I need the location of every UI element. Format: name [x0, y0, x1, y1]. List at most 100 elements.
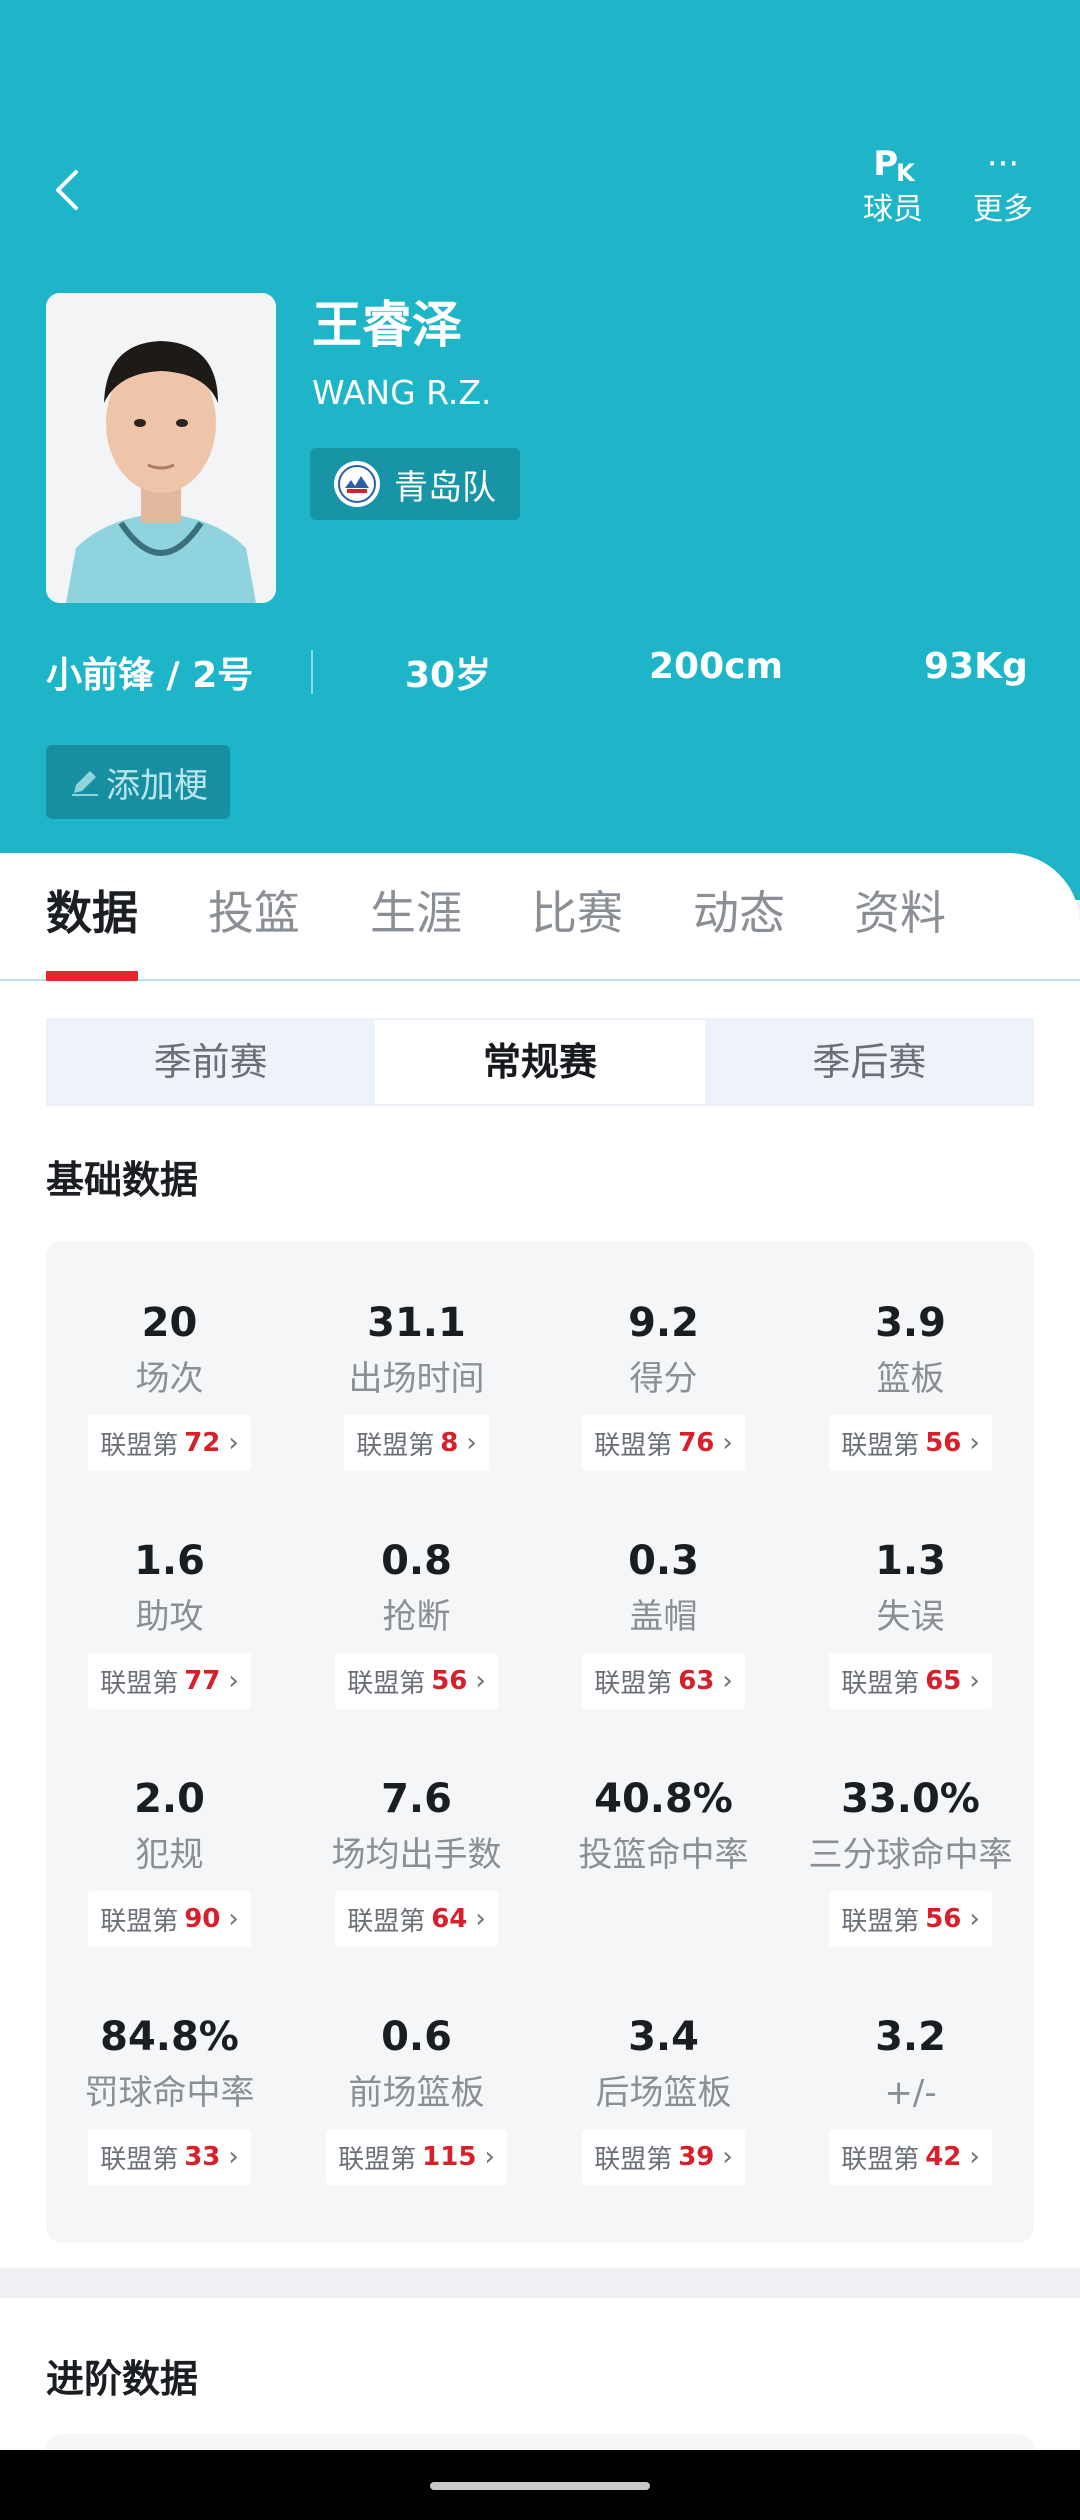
league-rank-button[interactable]: 联盟第 90 ›	[88, 1891, 251, 1947]
league-rank-button[interactable]: 联盟第 56 ›	[829, 1415, 992, 1471]
team-name: 青岛队	[394, 467, 496, 508]
segment-regular-season[interactable]: 常规赛	[375, 1020, 705, 1104]
tab-games[interactable]: 比赛	[531, 883, 623, 943]
stat-label: 失误	[876, 1597, 945, 1637]
stat-value: 3.9	[875, 1300, 946, 1346]
rank-prefix: 联盟第	[100, 1668, 179, 1699]
stat-value: 33.0%	[841, 1776, 980, 1822]
league-rank-button[interactable]: 联盟第 65 ›	[829, 1653, 992, 1709]
chevron-right-icon: ›	[969, 2142, 980, 2172]
league-rank-button[interactable]: 联盟第 76 ›	[582, 1415, 745, 1471]
more-button[interactable]: ··· 更多	[953, 140, 1053, 232]
pk-player-button[interactable]: PK 球员	[843, 140, 943, 232]
rank-number: 77	[184, 1666, 221, 1696]
chevron-left-icon	[56, 170, 78, 210]
rank-number: 63	[678, 1666, 715, 1696]
league-rank-button[interactable]: 联盟第 77 ›	[88, 1653, 251, 1709]
stat-label: 得分	[629, 1359, 698, 1399]
system-nav-bar	[0, 2450, 1080, 2520]
rank-number: 90	[184, 1904, 221, 1934]
player-header: PK 球员 ··· 更多 王睿泽 WANG R.Z. 青岛队 小前锋 / 2号 …	[0, 0, 1080, 900]
back-button[interactable]	[46, 160, 86, 220]
player-name: 王睿泽	[312, 296, 462, 354]
stat-label: +/-	[884, 2073, 937, 2113]
league-rank-button[interactable]: 联盟第 33 ›	[88, 2129, 251, 2185]
weight: 93Kg	[924, 646, 1028, 687]
stat-cell: 9.2 得分 联盟第 76 ›	[540, 1295, 787, 1533]
chevron-right-icon: ›	[722, 1428, 733, 1458]
rank-prefix: 联盟第	[841, 1668, 920, 1699]
rank-prefix: 联盟第	[100, 2144, 179, 2175]
stat-cell: 7.6 场均出手数联盟第 64 ›	[293, 1771, 540, 2009]
pk-label: 球员	[863, 192, 923, 227]
stat-value: 0.3	[628, 1538, 699, 1584]
advanced-stats-title: 进阶数据	[46, 2357, 199, 2401]
stat-label: 前场篮板	[348, 2073, 485, 2113]
segment-playoffs[interactable]: 季后赛	[705, 1018, 1034, 1106]
league-rank-button[interactable]: 联盟第 42 ›	[829, 2129, 992, 2185]
rank-prefix: 联盟第	[356, 1430, 435, 1461]
stat-cell: 31.1 出场时间 联盟第 8 ›	[293, 1295, 540, 1533]
segment-preseason[interactable]: 季前赛	[46, 1018, 375, 1106]
stat-cell: 2.0 犯规 联盟第 90 ›	[46, 1771, 293, 2009]
chevron-right-icon: ›	[969, 1904, 980, 1934]
stat-value: 1.6	[134, 1538, 205, 1584]
more-label: 更多	[973, 192, 1033, 227]
home-indicator[interactable]	[430, 2482, 650, 2490]
league-rank-button[interactable]: 联盟第 8 ›	[344, 1415, 489, 1471]
stat-cell: 20 场次 联盟第 72 ›	[46, 1295, 293, 1533]
rank-number: 64	[431, 1904, 468, 1934]
stat-label: 犯规	[135, 1835, 204, 1875]
rank-prefix: 联盟第	[841, 1906, 920, 1937]
advanced-stats-panel: 进阶数据	[0, 2298, 1080, 2454]
stat-value: 40.8%	[594, 1776, 733, 1822]
league-rank-button[interactable]: 联盟第 63 ›	[582, 1653, 745, 1709]
chevron-right-icon: ›	[466, 1428, 477, 1458]
rank-prefix: 联盟第	[841, 2144, 920, 2175]
rank-prefix: 联盟第	[100, 1906, 179, 1937]
rank-number: 65	[925, 1666, 962, 1696]
content-panel: 数据 投篮 生涯 比赛 动态 资料 季前赛 常规赛 季后赛 基础数据 20 场次联…	[0, 853, 1080, 2268]
attr-divider	[311, 650, 313, 694]
team-chip[interactable]: 青岛队	[310, 448, 520, 520]
stat-cell: 3.2 +/- 联盟第 42 ›	[787, 2009, 1034, 2247]
tab-data[interactable]: 数据	[46, 883, 138, 943]
tab-career[interactable]: 生涯	[370, 883, 462, 943]
stat-label: 场均出手数	[331, 1835, 502, 1875]
tab-bar: 数据 投篮 生涯 比赛 动态 资料	[0, 853, 1080, 981]
stat-label: 盖帽	[629, 1597, 698, 1637]
chevron-right-icon: ›	[484, 2142, 495, 2172]
league-rank-button[interactable]: 联盟第 115 ›	[326, 2129, 507, 2185]
league-rank-button[interactable]: 联盟第 56 ›	[335, 1653, 498, 1709]
stat-value: 1.3	[875, 1538, 946, 1584]
tab-news[interactable]: 动态	[693, 883, 785, 943]
rank-number: 33	[184, 2142, 221, 2172]
stat-label: 抢断	[382, 1597, 451, 1637]
player-attributes: 小前锋 / 2号 30岁 200cm 93Kg	[0, 640, 1080, 700]
league-rank-button[interactable]: 联盟第 64 ›	[335, 1891, 498, 1947]
rank-number: 42	[925, 2142, 962, 2172]
rank-prefix: 联盟第	[338, 2144, 417, 2175]
league-rank-button[interactable]: 联盟第 72 ›	[88, 1415, 251, 1471]
rank-prefix: 联盟第	[841, 1430, 920, 1461]
stat-cell: 1.6 助攻 联盟第 77 ›	[46, 1533, 293, 1771]
stat-label: 场次	[135, 1359, 204, 1399]
add-meme-button[interactable]: 添加梗	[46, 745, 230, 819]
rank-number: 56	[431, 1666, 468, 1696]
rank-prefix: 联盟第	[100, 1430, 179, 1461]
tab-shooting[interactable]: 投篮	[208, 883, 300, 943]
stat-label: 三分球命中率	[808, 1835, 1013, 1875]
stat-value: 84.8%	[100, 2014, 239, 2060]
league-rank-button[interactable]: 联盟第 39 ›	[582, 2129, 745, 2185]
stat-cell: 0.6 前场篮板 联盟第 115 ›	[293, 2009, 540, 2247]
rank-number: 56	[925, 1904, 962, 1934]
league-rank-button[interactable]: 联盟第 56 ›	[829, 1891, 992, 1947]
rank-number: 72	[184, 1428, 221, 1458]
stat-value: 31.1	[367, 1300, 466, 1346]
basic-stats-grid: 20 场次 联盟第 72 › 31.1 出场时间 联盟第 8 › 9.2 得分 联盟第 76 › 3.9 篮板联…	[46, 1241, 1034, 2243]
player-avatar	[46, 293, 276, 603]
rank-number: 39	[678, 2142, 715, 2172]
stat-value: 3.4	[628, 2014, 699, 2060]
stat-value: 7.6	[381, 1776, 452, 1822]
tab-profile[interactable]: 资料	[854, 883, 946, 943]
